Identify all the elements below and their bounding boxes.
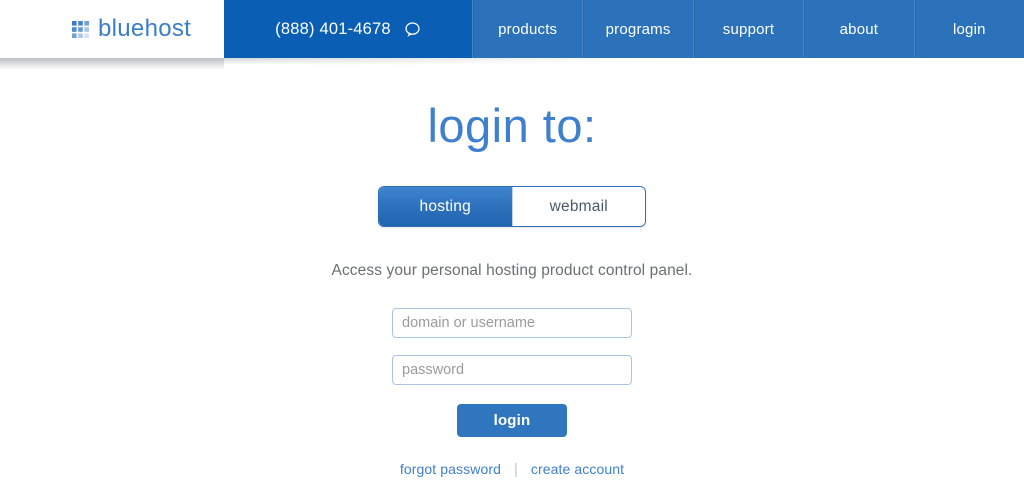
nav-item-products[interactable]: products [472,0,582,58]
login-page: (888) 401-4678 products programs support… [0,0,1024,501]
link-separator: | [514,462,518,477]
tab-hosting[interactable]: hosting [379,187,512,226]
main-navigation: products programs support about login [472,0,1024,58]
main-content: login to: hosting webmail Access your pe… [0,58,1024,501]
phone-block: (888) 401-4678 [224,0,472,58]
create-account-link[interactable]: create account [531,461,624,477]
nav-label: login [953,21,986,38]
logo-plate: bluehost [0,0,224,58]
page-title: login to: [427,102,596,149]
login-form: login [392,308,632,437]
phone-number[interactable]: (888) 401-4678 [275,20,391,39]
nav-label: support [723,21,774,38]
username-input[interactable] [392,308,632,338]
nav-item-login[interactable]: login [914,0,1024,58]
nav-label: programs [606,21,671,38]
nav-item-about[interactable]: about [803,0,913,58]
login-submit-button[interactable]: login [457,404,567,437]
login-description: Access your personal hosting product con… [332,262,693,280]
tab-label: hosting [420,198,471,216]
forgot-password-link[interactable]: forgot password [400,461,501,477]
nav-label: products [498,21,557,38]
password-input[interactable] [392,355,632,385]
logo-wordmark: bluehost [98,17,191,41]
nav-item-support[interactable]: support [693,0,803,58]
chat-bubble-icon[interactable] [404,21,421,38]
tab-webmail[interactable]: webmail [512,187,646,226]
login-type-toggle: hosting webmail [378,186,646,227]
nav-label: about [840,21,879,38]
nav-item-programs[interactable]: programs [582,0,692,58]
auxiliary-links: forgot password | create account [400,461,624,477]
site-logo[interactable]: bluehost [72,17,191,41]
tab-label: webmail [550,198,608,216]
logo-plate-shadow [0,58,224,70]
grid-icon [72,21,89,38]
